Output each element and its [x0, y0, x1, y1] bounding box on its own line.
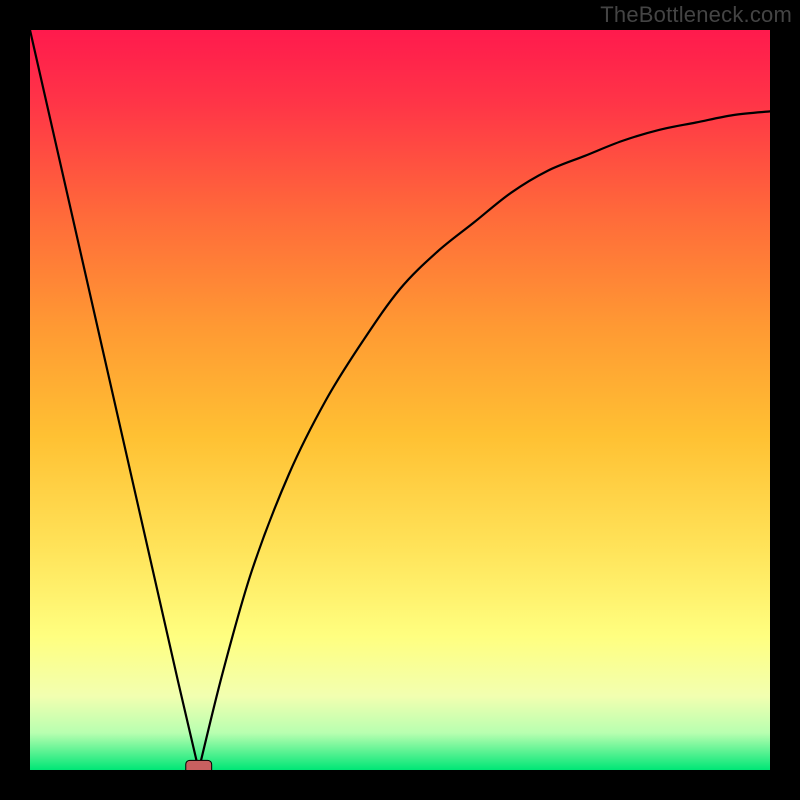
watermark-text: TheBottleneck.com: [600, 2, 792, 28]
chart-svg: [30, 30, 770, 770]
min-marker: [186, 760, 212, 770]
chart-frame: TheBottleneck.com: [0, 0, 800, 800]
gradient-background: [30, 30, 770, 770]
plot-area: [30, 30, 770, 770]
